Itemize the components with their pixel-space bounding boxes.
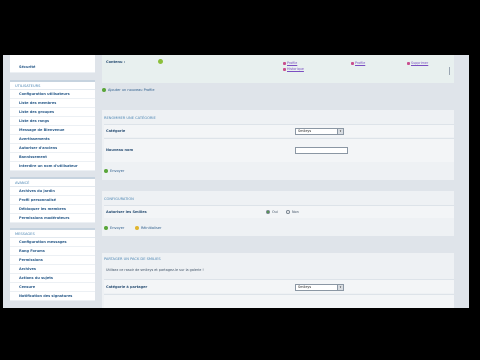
- sidebar-item[interactable]: Archives: [10, 265, 95, 274]
- new-name-label: Nouveau nom: [106, 148, 134, 152]
- sidebar-group-advanced: AVANCÉ Archives du jardin Profil personn…: [10, 177, 95, 223]
- section-title: PARTAGER UN PACK DE SMILIES: [104, 257, 161, 261]
- sidebar-item[interactable]: Avertissements: [10, 135, 95, 144]
- reset-icon: [135, 226, 139, 230]
- yes-label: Oui: [272, 210, 278, 214]
- new-name-input[interactable]: [295, 147, 348, 154]
- sidebar-item[interactable]: Actions du sujets: [10, 274, 95, 283]
- submit-icon: [104, 169, 108, 173]
- chevron-down-icon: ▾: [337, 129, 343, 134]
- sidebar-item[interactable]: Permissions: [10, 256, 95, 265]
- delete-icon: [407, 62, 410, 65]
- sidebar-item[interactable]: Bannissement: [10, 153, 95, 162]
- section-title: CONFIGURATION: [104, 197, 134, 201]
- smilies-top-panel: Contenu : Profile Historique Profile Sup…: [102, 55, 454, 83]
- sidebar-item[interactable]: Notification des signatures: [10, 292, 95, 301]
- screen: Sécurité UTILISATEURS Configuration util…: [0, 0, 480, 360]
- sidebar-group-title: AVANCÉ: [10, 179, 95, 187]
- category-select[interactable]: Smileys ▾: [295, 128, 344, 135]
- share-description: Utilisez ce rasoir de smileys et partage…: [106, 268, 204, 272]
- category-label: Catégorie: [106, 129, 126, 133]
- share-category-row: Catégorie à partager Smileys ▾: [104, 279, 454, 293]
- smilies-option-row: Autoriser les Smilies Oui Non: [104, 205, 454, 218]
- sidebar-item[interactable]: Configuration utilisateurs: [10, 90, 95, 99]
- share-category-label: Catégorie à partager: [106, 285, 148, 289]
- config-submit-button[interactable]: Envoyer: [104, 225, 124, 232]
- share-extra-row: [104, 294, 454, 308]
- sidebar-group-messages: MESSAGES Configuration messages Rang For…: [10, 228, 95, 301]
- share-category-select[interactable]: Smileys ▾: [295, 284, 344, 291]
- add-icon: [102, 88, 106, 92]
- profile-link[interactable]: Profile: [283, 61, 297, 65]
- sidebar-item[interactable]: Liste des groupes: [10, 108, 95, 117]
- sidebar-item[interactable]: Configuration messages: [10, 238, 95, 247]
- share-description-row: Utilisez ce rasoir de smileys et partage…: [104, 264, 454, 275]
- config-section: CONFIGURATION Autoriser les Smilies Oui …: [102, 191, 454, 236]
- sidebar-top-box: Sécurité: [10, 55, 95, 73]
- rename-submit-button[interactable]: Envoyer: [104, 168, 124, 175]
- smiley-icon: [158, 59, 163, 64]
- profile-icon: [351, 62, 354, 65]
- sidebar-group-title: MESSAGES: [10, 230, 95, 238]
- new-name-row: Nouveau nom: [104, 138, 454, 162]
- history-link[interactable]: Historique: [283, 67, 304, 71]
- admin-page: Sécurité UTILISATEURS Configuration util…: [3, 55, 469, 308]
- share-section: PARTAGER UN PACK DE SMILIES Utilisez ce …: [102, 253, 454, 308]
- reset-button[interactable]: Réinitialiser: [135, 225, 161, 232]
- sidebar-item[interactable]: Débloquer les membres: [10, 205, 95, 214]
- sidebar-item[interactable]: Archives du jardin: [10, 187, 95, 196]
- sidebar-item[interactable]: Permissions modérateurs: [10, 214, 95, 223]
- no-label: Non: [292, 210, 299, 214]
- sidebar-item[interactable]: Liste des rangs: [10, 117, 95, 126]
- allow-smilies-label: Autoriser les Smilies: [106, 210, 147, 214]
- sidebar-item[interactable]: Censure: [10, 283, 95, 292]
- yes-radio[interactable]: [266, 210, 270, 214]
- chevron-down-icon: ▾: [337, 285, 343, 290]
- sidebar-group-users: UTILISATEURS Configuration utilisateurs …: [10, 80, 95, 171]
- sidebar-group-title: UTILISATEURS: [10, 82, 95, 90]
- divider: [449, 67, 450, 75]
- sidebar-item[interactable]: Message de Bienvenue: [10, 126, 95, 135]
- sidebar: Sécurité UTILISATEURS Configuration util…: [10, 55, 95, 308]
- profile-link-2[interactable]: Profile: [351, 61, 365, 65]
- section-title: RENOMMER UNE CATÉGORIE: [104, 116, 156, 120]
- sidebar-item[interactable]: Rang Forums: [10, 247, 95, 256]
- submit-icon: [104, 226, 108, 230]
- rename-section: RENOMMER UNE CATÉGORIE Catégorie Smileys…: [102, 110, 454, 180]
- profile-icon: [283, 62, 286, 65]
- category-row: Catégorie Smileys ▾: [104, 124, 454, 137]
- content-label: Contenu :: [106, 60, 126, 64]
- sidebar-item[interactable]: Autoriser d'anciens: [10, 144, 95, 153]
- no-radio[interactable]: [286, 210, 290, 214]
- history-icon: [283, 68, 286, 71]
- sidebar-item[interactable]: Interdire un nom d'utilisateur: [10, 162, 95, 171]
- sidebar-item-securite[interactable]: Sécurité: [10, 55, 95, 73]
- add-profile-button[interactable]: Ajouter un nouveau Profile: [102, 87, 155, 94]
- sidebar-item[interactable]: Liste des membres: [10, 99, 95, 108]
- delete-link[interactable]: Supprimer: [407, 61, 428, 65]
- sidebar-item[interactable]: Profil personnalisé: [10, 196, 95, 205]
